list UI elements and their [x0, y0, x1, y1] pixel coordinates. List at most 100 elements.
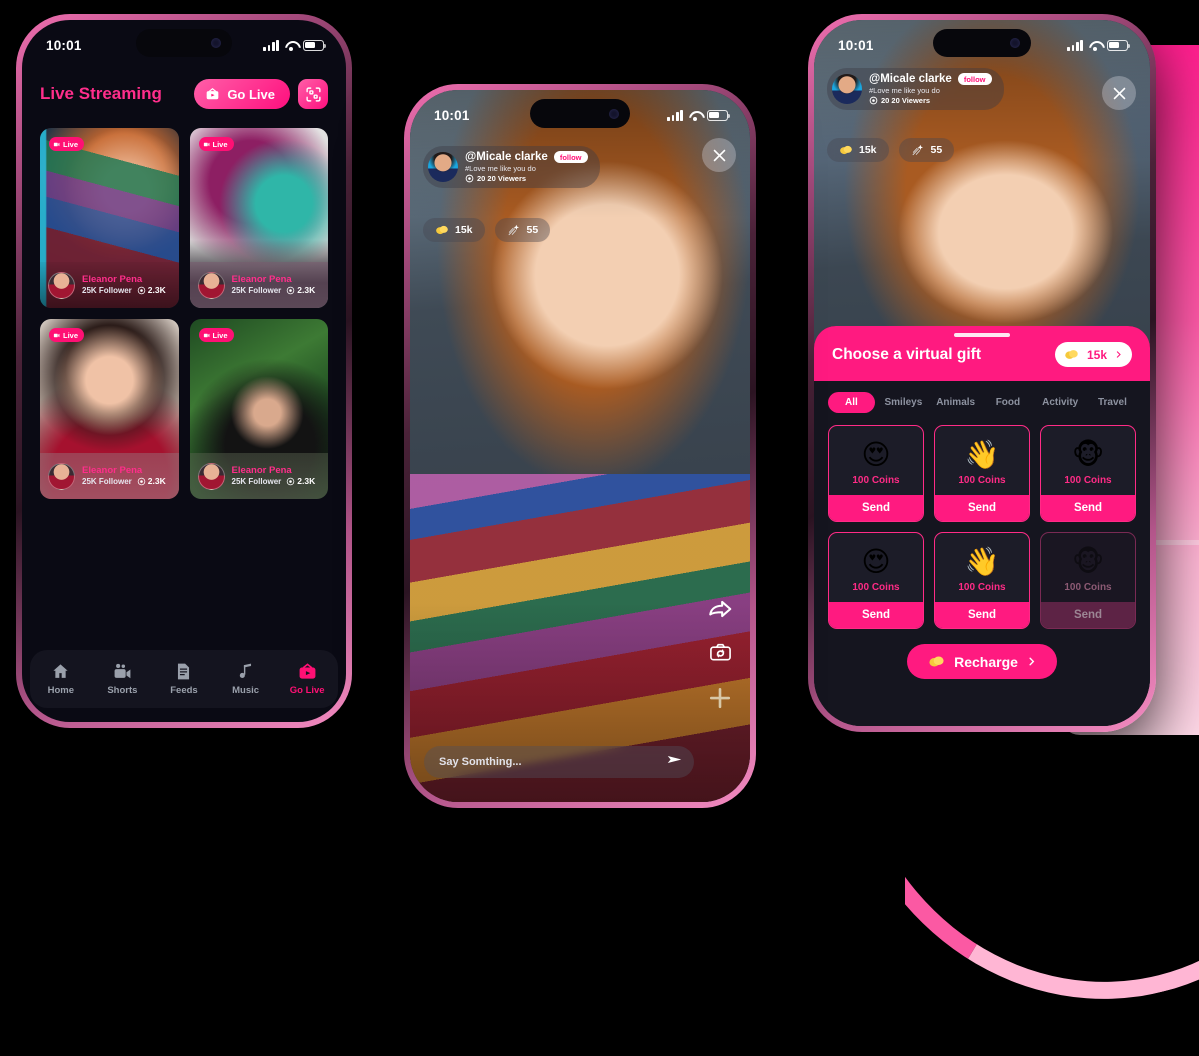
tab-shorts[interactable]: Shorts — [92, 662, 154, 696]
send-button[interactable] — [665, 751, 684, 773]
send-gift-button[interactable]: Send — [935, 602, 1029, 628]
coin-stat[interactable]: 15k — [423, 218, 485, 242]
viewer-count-value: 2.3K — [297, 476, 316, 487]
viewer-count: 2.3K — [137, 285, 166, 296]
tab-label: Home — [47, 685, 74, 696]
tab-label: Shorts — [107, 685, 138, 696]
coin-icon — [1065, 350, 1078, 359]
avatar — [428, 152, 458, 182]
waving-hand-emoji: 👋 — [964, 438, 1000, 471]
gift-tab-food[interactable]: Food — [984, 392, 1031, 413]
avatar — [832, 74, 862, 104]
gift-tab-all[interactable]: All — [828, 392, 875, 413]
gift-card[interactable]: 👋 100 Coins Send — [934, 425, 1030, 522]
send-gift-button[interactable]: Send — [829, 495, 923, 521]
recharge-button[interactable]: Recharge — [907, 644, 1057, 679]
follower-count: 25K Follower — [82, 285, 132, 295]
camera-flip-button[interactable] — [708, 641, 733, 669]
coin-stat[interactable]: 15k — [827, 138, 889, 162]
go-live-button[interactable]: Go Live — [194, 79, 290, 109]
wifi-icon — [688, 110, 702, 121]
follow-button[interactable]: follow — [553, 151, 588, 163]
chat-input-wrapper[interactable] — [424, 746, 694, 778]
broadcast-icon — [203, 142, 209, 146]
dynamic-island — [530, 99, 630, 128]
send-gift-button[interactable]: Send — [1041, 495, 1135, 521]
tab-music[interactable]: Music — [215, 662, 277, 696]
gift-tab-travel[interactable]: Travel — [1089, 392, 1136, 413]
phone-left-screen: 10:01 Live Streaming Go Live Live Eleano… — [22, 20, 346, 722]
live-stream-card[interactable]: Live Eleanor Pena 25K Follower 2.3K — [189, 128, 328, 308]
coin-icon — [840, 145, 852, 155]
stream-stats: 15k 55 — [827, 138, 955, 162]
gift-price: 100 Coins — [1064, 582, 1112, 593]
share-arrow-icon — [709, 600, 732, 618]
add-button[interactable] — [705, 683, 735, 718]
send-gift-button-disabled: Send — [1041, 602, 1135, 628]
broadcast-icon — [53, 142, 60, 146]
plus-icon — [709, 687, 731, 709]
gift-card[interactable]: 😍 100 Coins Send — [828, 425, 924, 522]
follower-count: 25K Follower — [231, 285, 282, 295]
broadcast-icon — [203, 333, 209, 337]
video-camera-icon — [114, 663, 131, 679]
streamer-name: Eleanor Pena — [82, 464, 143, 476]
cellular-bars-icon — [263, 39, 279, 51]
star-stat[interactable]: 55 — [494, 218, 551, 242]
streamer-profile-pill[interactable]: @Micale clarke follow #Love me like you … — [827, 68, 1004, 110]
recharge-row: Recharge — [814, 629, 1150, 697]
status-bar-time: 10:01 — [434, 107, 470, 123]
eye-icon — [287, 478, 295, 486]
live-stream-card[interactable]: Live Eleanor Pena 25K Follower 2.3K — [189, 319, 328, 499]
stream-card-footer: Eleanor Pena 25K Follower 2.3K — [189, 453, 328, 499]
streamer-profile-pill[interactable]: @Micale clarke follow #Love me like you … — [423, 146, 600, 188]
avatar — [197, 271, 225, 299]
close-stream-button[interactable] — [1102, 76, 1136, 110]
live-badge-label: Live — [63, 139, 79, 149]
tab-home[interactable]: Home — [30, 662, 92, 696]
star-stat[interactable]: 55 — [898, 138, 955, 162]
live-badge: Live — [198, 137, 234, 151]
gift-card[interactable]: 🐵 100 Coins Send — [1040, 425, 1136, 522]
streamer-name: Eleanor Pena — [82, 273, 143, 285]
monkey-face-emoji: 🐵 — [1071, 438, 1105, 471]
gift-price: 100 Coins — [958, 582, 1006, 593]
send-gift-button[interactable]: Send — [829, 602, 923, 628]
live-video-vignette — [410, 90, 750, 802]
page-title: Live Streaming — [40, 84, 162, 103]
chat-input[interactable] — [439, 756, 665, 768]
send-gift-button[interactable]: Send — [935, 495, 1029, 521]
close-stream-button[interactable] — [702, 138, 736, 172]
gift-price: 100 Coins — [1064, 475, 1112, 486]
viewer-count: 20 20 Viewers — [465, 174, 588, 183]
tab-feeds[interactable]: Feeds — [153, 662, 215, 696]
coin-icon — [436, 225, 448, 235]
gift-card[interactable]: 😍 100 Coins Send — [828, 532, 924, 629]
gift-card[interactable]: 👋 100 Coins Send — [934, 532, 1030, 629]
phone-right-screen: 10:01 @Micale clarke follow #Love me lik… — [814, 20, 1150, 726]
qr-scan-button[interactable] — [298, 79, 328, 109]
viewer-count-value: 2.3K — [147, 476, 166, 487]
gift-price: 100 Coins — [958, 475, 1006, 486]
gift-sheet-title: Choose a virtual gift — [832, 345, 981, 363]
sheet-grabber[interactable] — [954, 333, 1010, 337]
gift-tab-activity[interactable]: Activity — [1037, 392, 1084, 413]
stream-card-footer: Eleanor Pena 25K Follower 2.3K — [40, 262, 179, 308]
stream-hashtag: #Love me like you do — [465, 164, 536, 173]
live-stream-card[interactable]: Live Eleanor Pena 25K Follower 2.3K — [40, 319, 179, 499]
waving-hand-emoji: 👋 — [964, 545, 1000, 578]
tab-go-live[interactable]: Go Live — [276, 662, 338, 696]
close-icon — [1113, 87, 1125, 99]
coin-balance-button[interactable]: 15k — [1054, 342, 1132, 367]
gift-tab-smileys[interactable]: Smileys — [880, 392, 927, 413]
share-button[interactable] — [706, 596, 734, 627]
gift-tab-animals[interactable]: Animals — [932, 392, 979, 413]
gift-price: 100 Coins — [852, 475, 900, 486]
gift-category-tabs: All Smileys Animals Food Activity Travel — [814, 381, 1150, 419]
follow-button[interactable]: follow — [957, 73, 992, 85]
coin-icon — [929, 656, 944, 667]
live-stream-card[interactable]: Live Eleanor Pena 25K Follower 2.3K — [40, 128, 179, 308]
viewer-count-value: 2.3K — [297, 285, 316, 296]
eye-icon — [869, 96, 878, 105]
phone-right-device: 10:01 @Micale clarke follow #Love me lik… — [808, 14, 1156, 732]
